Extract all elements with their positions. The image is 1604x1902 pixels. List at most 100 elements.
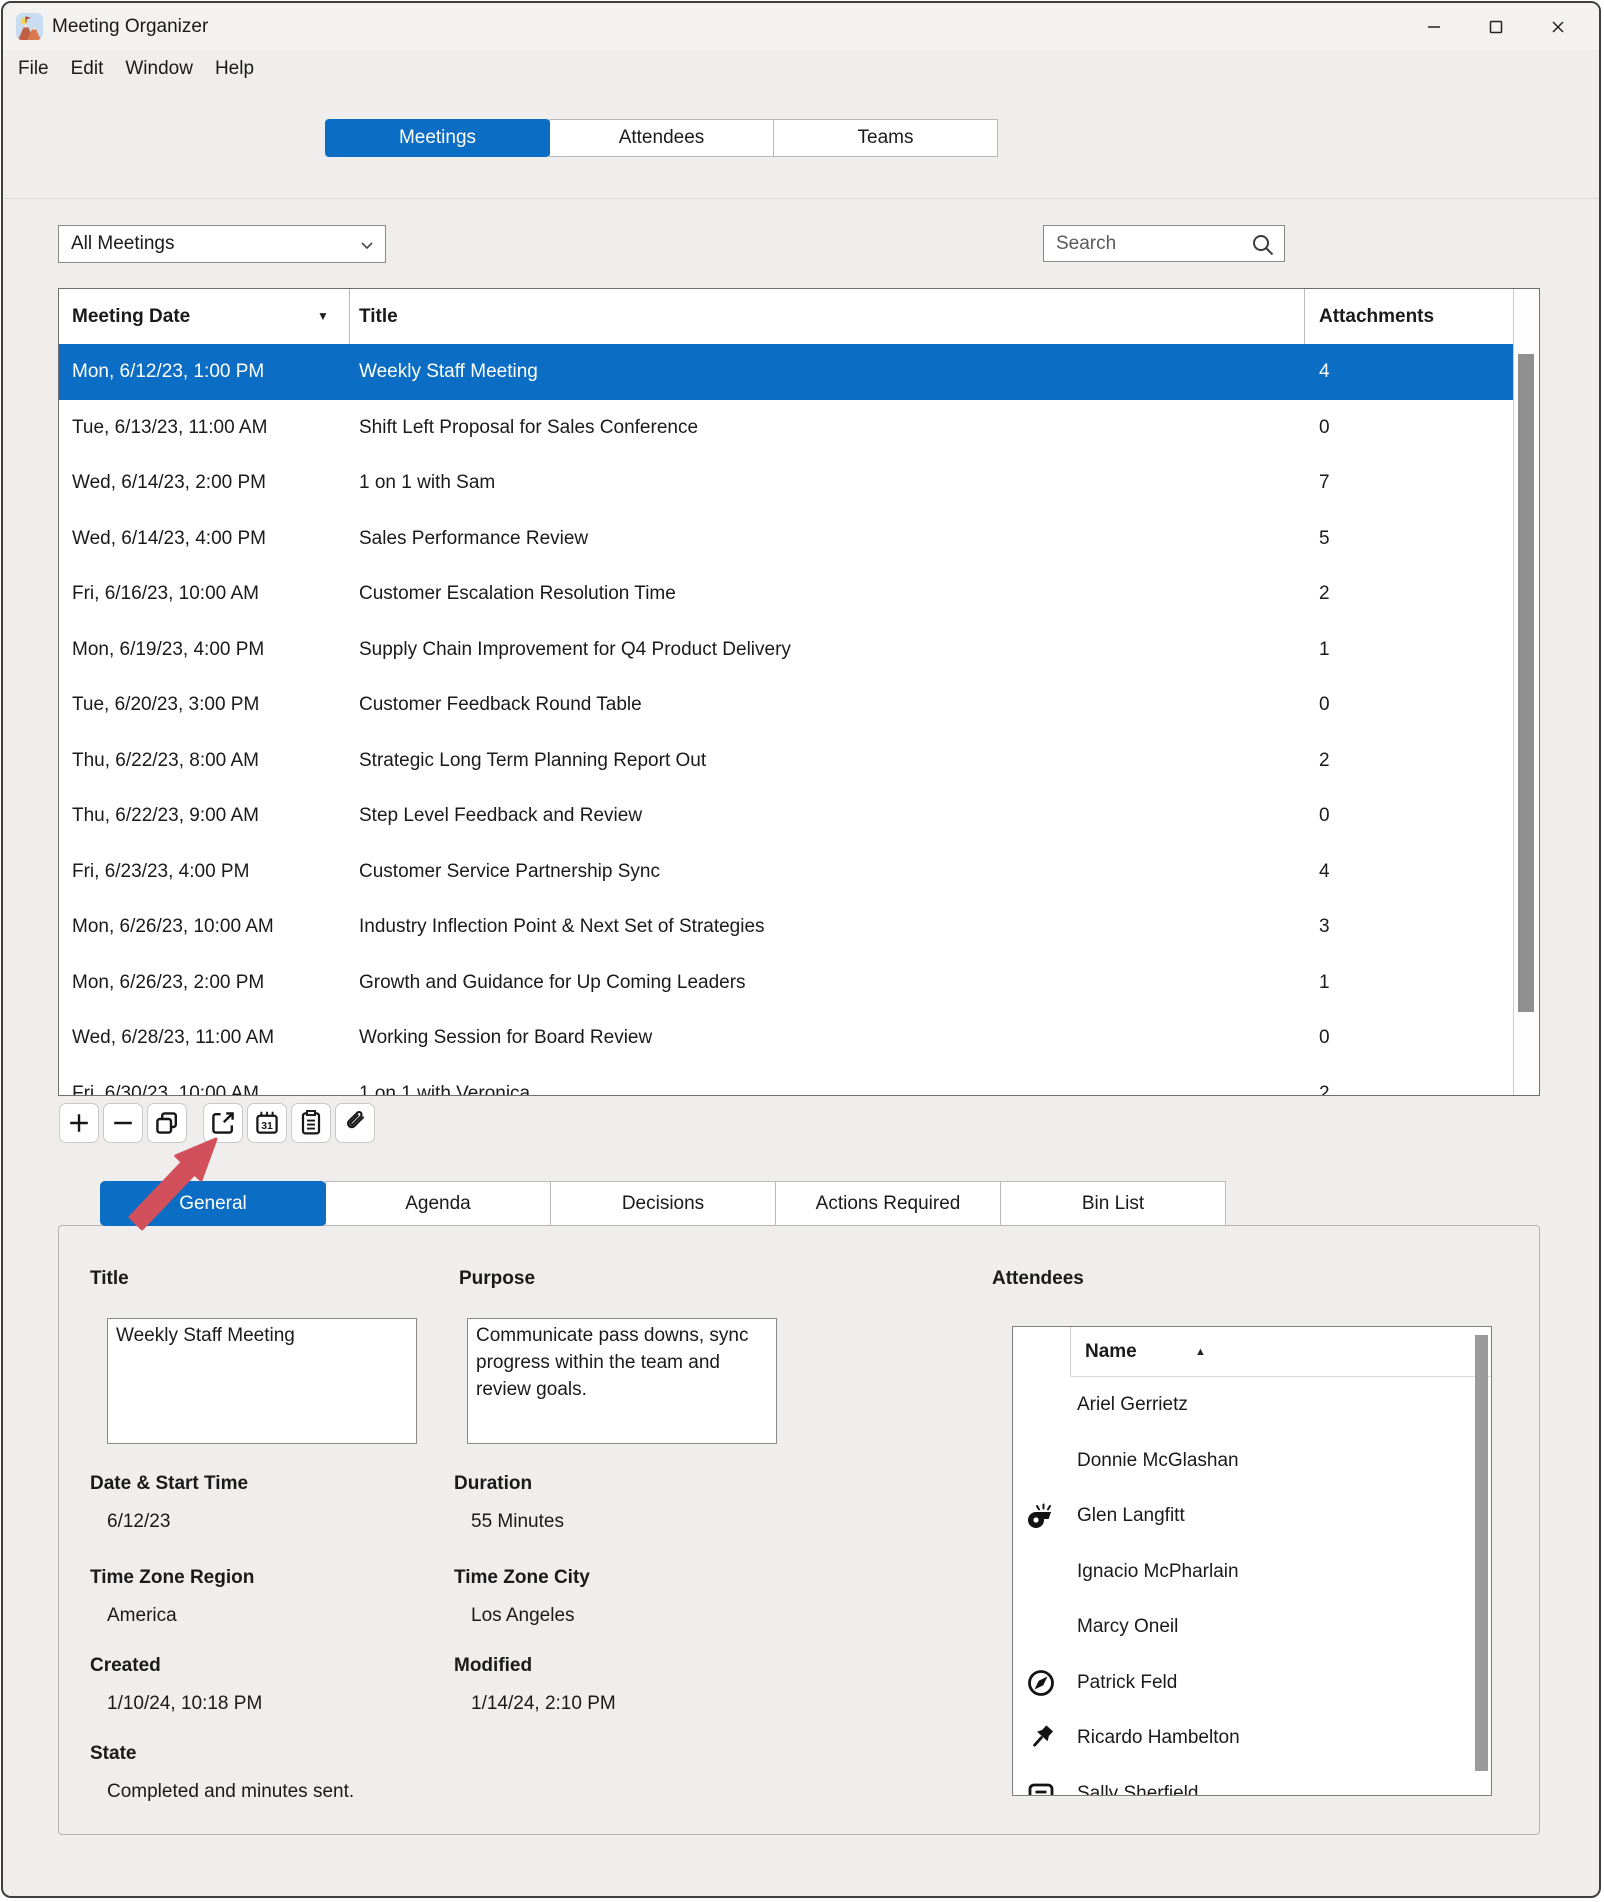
whistle-icon — [1025, 1500, 1057, 1532]
cell-attachments: 2 — [1319, 1066, 1330, 1096]
meetings-filter-dropdown[interactable]: All Meetings — [58, 225, 386, 263]
close-button[interactable] — [1527, 3, 1589, 50]
calendar-button[interactable]: 31 — [247, 1103, 287, 1143]
window-title: Meeting Organizer — [52, 3, 208, 50]
search-placeholder: Search — [1056, 233, 1116, 254]
minimize-icon — [1424, 17, 1444, 37]
menu-edit[interactable]: Edit — [60, 51, 115, 87]
table-row[interactable]: Wed, 6/14/23, 2:00 PM1 on 1 with Sam7 — [59, 455, 1513, 511]
search-input[interactable]: Search — [1043, 225, 1285, 262]
cell-date: Fri, 6/30/23, 10:00 AM — [72, 1066, 259, 1096]
table-row[interactable]: Thu, 6/22/23, 9:00 AMStep Level Feedback… — [59, 788, 1513, 844]
attendee-name: Ignacio McPharlain — [1077, 1544, 1239, 1600]
cell-date: Mon, 6/26/23, 2:00 PM — [72, 955, 264, 1011]
cell-date: Mon, 6/12/23, 1:00 PM — [72, 344, 264, 400]
column-header-name[interactable]: Name — [1085, 1327, 1137, 1377]
chevron-down-icon — [359, 237, 375, 253]
cell-date: Mon, 6/26/23, 10:00 AM — [72, 899, 274, 955]
cell-attachments: 4 — [1319, 344, 1330, 400]
cell-title: Customer Escalation Resolution Time — [359, 566, 676, 622]
list-item[interactable]: Ricardo Hambelton — [1013, 1710, 1475, 1766]
attendee-name: Patrick Feld — [1077, 1655, 1177, 1711]
attendees-scrollbar-thumb[interactable] — [1475, 1335, 1488, 1771]
sort-descending-icon: ▼ — [317, 289, 329, 344]
tab-bin-list[interactable]: Bin List — [1000, 1181, 1226, 1226]
table-row[interactable]: Fri, 6/30/23, 10:00 AM1 on 1 with Veroni… — [59, 1066, 1513, 1096]
table-row[interactable]: Fri, 6/23/23, 4:00 PM Customer Service Pa… — [59, 844, 1513, 900]
menu-bar: File Edit Window Help — [7, 50, 265, 87]
tab-attendees[interactable]: Attendees — [549, 119, 774, 157]
add-meeting-button[interactable] — [59, 1103, 99, 1143]
cell-attachments: 7 — [1319, 455, 1330, 511]
field-duration: Duration 55 Minutes — [454, 1473, 532, 1495]
tab-meetings[interactable]: Meetings — [325, 119, 550, 157]
compass-icon — [1025, 1667, 1057, 1699]
field-state: State Completed and minutes sent. — [90, 1743, 136, 1765]
column-header-attachments[interactable]: Attachments — [1319, 289, 1434, 344]
list-item[interactable]: Ariel Gerrietz — [1013, 1377, 1475, 1433]
purpose-label: Purpose — [459, 1268, 535, 1290]
main-tab-bar: Meetings Attendees Teams — [325, 119, 998, 157]
cell-attachments: 0 — [1319, 677, 1330, 733]
note-icon — [1025, 1778, 1057, 1796]
table-row[interactable]: Mon, 6/19/23, 4:00 PMSupply Chain Improv… — [59, 622, 1513, 678]
cell-date: Wed, 6/14/23, 4:00 PM — [72, 511, 266, 567]
list-item[interactable]: Patrick Feld — [1013, 1655, 1475, 1711]
field-modified: Modified 1/14/24, 2:10 PM — [454, 1655, 532, 1677]
attendees-list: Name ▲ Ariel GerrietzDonnie McGlashanGle… — [1012, 1326, 1492, 1796]
table-row[interactable]: Fri, 6/16/23, 10:00 AM Customer Escalatio… — [59, 566, 1513, 622]
attendees-label: Attendees — [992, 1268, 1084, 1290]
field-time-zone-city: Time Zone City Los Angeles — [454, 1567, 590, 1589]
list-item[interactable]: Glen Langfitt — [1013, 1488, 1475, 1544]
column-divider — [1070, 1327, 1071, 1377]
meetings-table-scrollbar[interactable] — [1514, 289, 1539, 1095]
svg-text:31: 31 — [261, 1121, 273, 1132]
column-divider — [1304, 289, 1305, 344]
menu-file[interactable]: File — [7, 51, 60, 87]
list-item[interactable]: Ignacio McPharlain — [1013, 1544, 1475, 1600]
meetings-table-body: Mon, 6/12/23, 1:00 PMWeekly Staff Meetin… — [59, 344, 1513, 1095]
cell-attachments: 0 — [1319, 400, 1330, 456]
column-header-title[interactable]: Title — [359, 289, 398, 344]
purpose-field[interactable]: Communicate pass downs, sync progress wi… — [467, 1318, 777, 1444]
table-row[interactable]: Mon, 6/26/23, 2:00 PMGrowth and Guidance… — [59, 955, 1513, 1011]
table-row[interactable]: Wed, 6/28/23, 11:00 AMWorking Session fo… — [59, 1010, 1513, 1066]
table-row[interactable]: Tue, 6/13/23, 11:00 AMShift Left Proposa… — [59, 400, 1513, 456]
maximize-button[interactable] — [1465, 3, 1527, 50]
cell-title: Customer Service Partnership Sync — [359, 844, 660, 900]
tab-actions-required[interactable]: Actions Required — [775, 1181, 1001, 1226]
list-item[interactable]: Donnie McGlashan — [1013, 1433, 1475, 1489]
table-row[interactable]: Mon, 6/12/23, 1:00 PMWeekly Staff Meetin… — [59, 344, 1513, 400]
cell-date: Fri, 6/23/23, 4:00 PM — [72, 844, 249, 900]
menu-help[interactable]: Help — [204, 51, 265, 87]
attendee-name: Glen Langfitt — [1077, 1488, 1185, 1544]
table-row[interactable]: Mon, 6/26/23, 10:00 AMIndustry Inflectio… — [59, 899, 1513, 955]
cell-date: Thu, 6/22/23, 9:00 AM — [72, 788, 259, 844]
scrollbar-thumb[interactable] — [1518, 354, 1534, 1012]
tab-agenda[interactable]: Agenda — [325, 1181, 551, 1226]
table-row[interactable]: Wed, 6/14/23, 4:00 PMSales Performance R… — [59, 511, 1513, 567]
cell-date: Tue, 6/13/23, 11:00 AM — [72, 400, 267, 456]
list-item[interactable]: Sally Sherfield — [1013, 1766, 1475, 1796]
attachment-button[interactable] — [335, 1103, 375, 1143]
cell-attachments: 2 — [1319, 566, 1330, 622]
cell-date: Thu, 6/22/23, 8:00 AM — [72, 733, 259, 789]
plus-icon — [63, 1107, 95, 1139]
attendee-name: Donnie McGlashan — [1077, 1433, 1239, 1489]
cell-attachments: 1 — [1319, 622, 1330, 678]
field-created: Created 1/10/24, 10:18 PM — [90, 1655, 161, 1677]
tab-teams[interactable]: Teams — [773, 119, 998, 157]
table-row[interactable]: Thu, 6/22/23, 8:00 AMStrategic Long Term… — [59, 733, 1513, 789]
menu-window[interactable]: Window — [114, 51, 204, 87]
notes-button[interactable] — [291, 1103, 331, 1143]
cell-date: Fri, 6/16/23, 10:00 AM — [72, 566, 259, 622]
attendee-name: Marcy Oneil — [1077, 1599, 1178, 1655]
minimize-button[interactable] — [1403, 3, 1465, 50]
title-field[interactable]: Weekly Staff Meeting — [107, 1318, 417, 1444]
list-item[interactable]: Marcy Oneil — [1013, 1599, 1475, 1655]
cell-date: Wed, 6/28/23, 11:00 AM — [72, 1010, 274, 1066]
table-row[interactable]: Tue, 6/20/23, 3:00 PMCustomer Feedback R… — [59, 677, 1513, 733]
column-header-meeting-date[interactable]: Meeting Date — [72, 289, 190, 344]
tab-decisions[interactable]: Decisions — [550, 1181, 776, 1226]
title-field-value: Weekly Staff Meeting — [116, 1325, 295, 1346]
